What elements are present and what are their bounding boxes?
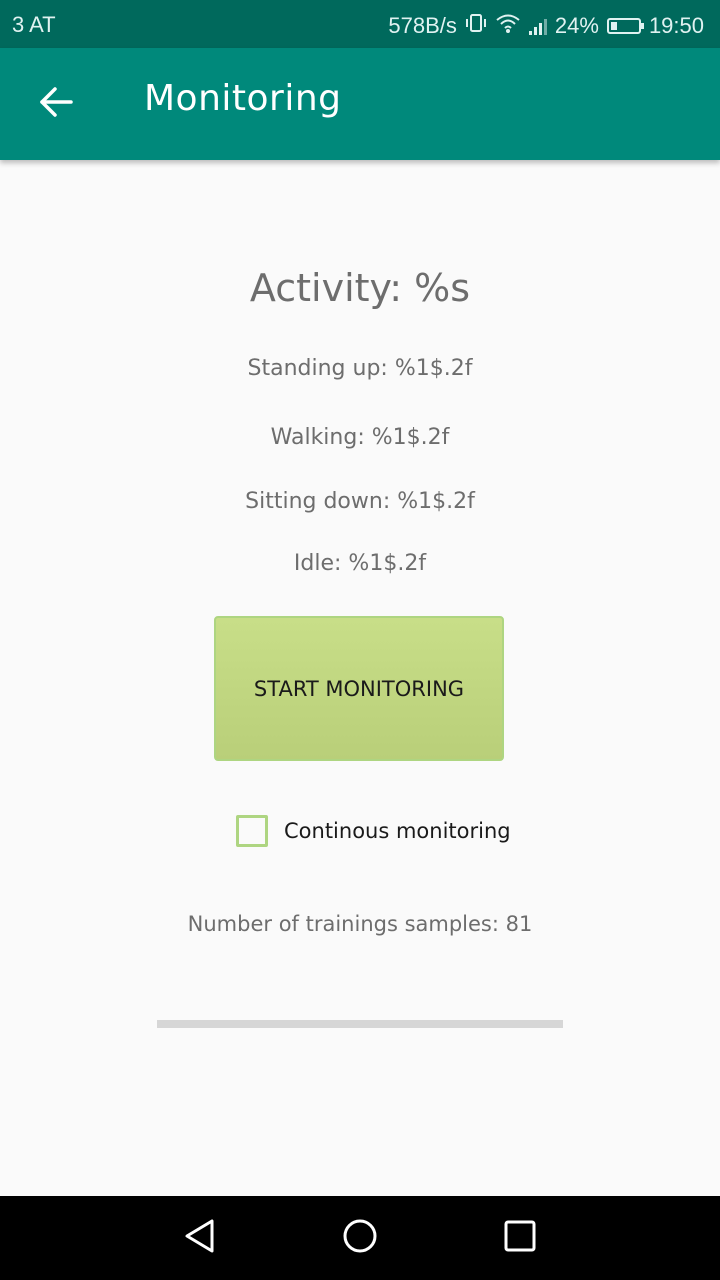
status-bar: 3 AT 578B/s 24% 19:50 [0, 0, 720, 48]
stat-sitting-down: Sitting down: %1$.2f [245, 489, 475, 514]
back-button[interactable] [30, 80, 82, 128]
page-title: Monitoring [144, 78, 342, 119]
training-samples-count: Number of trainings samples: 81 [187, 912, 533, 936]
battery-percent: 24% [554, 13, 599, 38]
nav-home-button[interactable] [336, 1214, 384, 1262]
battery-icon [606, 18, 644, 34]
continuous-monitoring-label: Continous monitoring [284, 819, 511, 843]
status-icons: 578B/s 24% 19:50 [388, 12, 704, 40]
arrow-back-icon [38, 86, 74, 122]
start-monitoring-button[interactable]: START MONITORING [214, 616, 504, 761]
app-bar: Monitoring [0, 48, 720, 160]
continuous-monitoring-checkbox[interactable] [236, 815, 268, 847]
nav-recent-button[interactable] [496, 1214, 544, 1262]
activity-title: Activity: %s [249, 266, 471, 310]
recent-square-icon [503, 1219, 537, 1257]
battery-fill [610, 22, 618, 30]
carrier-label: 3 AT [12, 12, 56, 37]
clock: 19:50 [648, 13, 704, 38]
start-monitoring-label: START MONITORING [253, 676, 465, 701]
continuous-monitoring-row[interactable]: Continous monitoring [236, 815, 511, 847]
progress-bar [157, 1020, 563, 1028]
back-triangle-icon [183, 1218, 217, 1258]
stat-walking: Walking: %1$.2f [270, 425, 450, 450]
home-circle-icon [341, 1217, 379, 1259]
signal-icon [528, 17, 547, 35]
nav-back-button[interactable] [176, 1214, 224, 1262]
wifi-icon [495, 12, 521, 40]
stat-idle: Idle: %1$.2f [293, 551, 427, 576]
vibrate-icon [465, 12, 487, 40]
stat-standing-up: Standing up: %1$.2f [247, 356, 473, 381]
network-speed: 578B/s [388, 13, 457, 38]
navigation-bar [0, 1196, 720, 1280]
